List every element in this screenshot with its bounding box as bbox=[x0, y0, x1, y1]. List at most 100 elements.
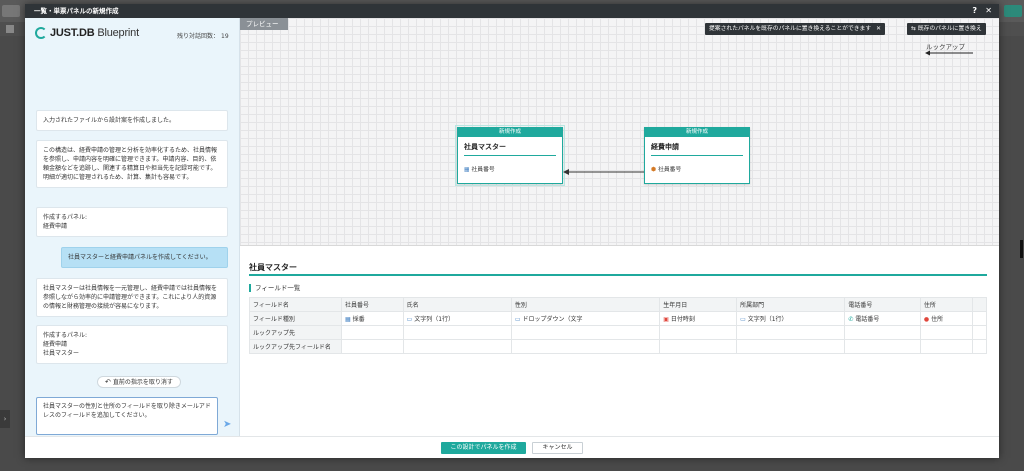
text-icon: ▭ bbox=[406, 316, 413, 323]
dialog-titlebar: 一覧・単票パネルの新規作成 ? ✕ bbox=[25, 4, 999, 18]
field-type-label: 電話番号 bbox=[855, 316, 880, 323]
background-left-button bbox=[2, 5, 20, 17]
field-name-cell: 住所 bbox=[919, 297, 974, 312]
row-header: ルックアップ先フィールド名 bbox=[249, 339, 342, 354]
message-text: 社員マスターは社員情報を一元管理し、経費申請では社員情報を参照しながら効率的に申… bbox=[43, 285, 218, 310]
empty-cell bbox=[402, 339, 512, 354]
empty-cell bbox=[919, 339, 974, 354]
field-type-label: 文字列（1行） bbox=[414, 316, 455, 323]
replace-existing-button[interactable]: ⇆ 既存のパネルに置き換え bbox=[907, 23, 986, 35]
field-name-cell: 性別 bbox=[510, 297, 661, 312]
empty-cell bbox=[844, 325, 921, 340]
lookup-legend-arrow-icon bbox=[925, 50, 973, 56]
message-text: 社員マスターと経費申請パネルを作成してください。 bbox=[68, 254, 212, 261]
field-type-label: ドロップダウン（文字 bbox=[522, 316, 583, 323]
key-icon: ▦ bbox=[464, 167, 470, 173]
empty-cell bbox=[844, 339, 921, 354]
field-type-cell: ▣ 日付時刻 bbox=[659, 311, 738, 326]
chat-input[interactable]: 社員マスターの性別と住所のフィールドを取り除きメールアドレスのフィールドを追加し… bbox=[36, 397, 218, 435]
dialog-body: JUST.DB Blueprint 残り対話回数： 19 入力されたファイルから設… bbox=[25, 18, 999, 436]
chat-message-user: 社員マスターと経費申請パネルを作成してください。 bbox=[61, 247, 228, 268]
empty-cell bbox=[972, 297, 987, 312]
field-type-cell: ✆ 電話番号 bbox=[844, 311, 921, 326]
suggest-close-icon[interactable]: ✕ bbox=[876, 26, 881, 32]
panel-detail: 社員マスター フィールド一覧 フィールド名 社員番号 氏名 性別 生年月日 所属… bbox=[240, 258, 999, 436]
detail-title: 社員マスター bbox=[249, 263, 297, 272]
empty-cell bbox=[659, 325, 738, 340]
calendar-icon: ▣ bbox=[663, 316, 669, 323]
chat-message-assistant: この構造は、経費申請の管理と分析を効率化するため、社員情報を参照し、申請内容を明… bbox=[36, 140, 228, 188]
field-type-label: 採番 bbox=[352, 316, 365, 323]
row-header: フィールド種別 bbox=[249, 311, 342, 326]
send-icon[interactable]: ➤ bbox=[223, 420, 233, 430]
logo-mark-icon bbox=[35, 27, 47, 39]
empty-cell bbox=[510, 325, 661, 340]
chat-message-assistant: 社員マスターは社員情報を一元管理し、経費申請では社員情報を参照しながら効率的に申… bbox=[36, 278, 228, 317]
close-icon[interactable]: ✕ bbox=[985, 4, 992, 18]
panel-badge: 新規作成 bbox=[458, 128, 562, 137]
chat-message-assistant: 作成するパネル: 経費申請 社員マスター bbox=[36, 325, 228, 364]
empty-cell bbox=[402, 325, 512, 340]
panel-field: ⬢ 社員番号 bbox=[645, 156, 749, 173]
empty-cell bbox=[659, 339, 738, 354]
field-name-cell: 電話番号 bbox=[844, 297, 921, 312]
field-type-cell: ▭ 文字列（1行） bbox=[736, 311, 846, 326]
field-table: フィールド名 社員番号 氏名 性別 生年月日 所属部門 電話番号 住所 フィール… bbox=[249, 297, 987, 354]
undo-label: 直前の指示を取り消す bbox=[112, 379, 173, 386]
panel-card-employee-master[interactable]: 新規作成 社員マスター ▦ 社員番号 bbox=[455, 125, 565, 186]
field-name-cell: 所属部門 bbox=[736, 297, 846, 312]
row-header: ルックアップ先 bbox=[249, 325, 342, 340]
empty-cell bbox=[972, 311, 987, 326]
empty-cell bbox=[736, 339, 846, 354]
swap-icon: ⇆ bbox=[911, 26, 916, 32]
create-panel-dialog: 一覧・単票パネルの新規作成 ? ✕ JUST.DB Blueprint 残り対話… bbox=[25, 4, 999, 458]
message-text: この構造は、経費申請の管理と分析を効率化するため、社員情報を参照し、申請内容を明… bbox=[43, 147, 218, 181]
panel-name: 社員マスター bbox=[464, 143, 506, 151]
field-type-label: 文字列（1行） bbox=[747, 316, 788, 323]
table-row: ルックアップ先フィールド名 bbox=[249, 339, 987, 354]
message-text-line: 経費申請 bbox=[43, 223, 68, 230]
replace-label: 既存のパネルに置き換え bbox=[917, 26, 982, 32]
background-scroll-mark bbox=[1020, 240, 1023, 258]
field-type-label: 日付時刻 bbox=[670, 316, 695, 323]
logo-main: JUST.DB bbox=[50, 27, 95, 39]
empty-cell bbox=[919, 325, 974, 340]
empty-cell bbox=[510, 339, 661, 354]
field-name-cell: 氏名 bbox=[402, 297, 512, 312]
location-icon: ● bbox=[923, 316, 930, 323]
panel-field-name: 社員番号 bbox=[471, 167, 495, 173]
undo-icon: ↶ bbox=[105, 378, 111, 386]
message-text-line: 社員マスター bbox=[43, 350, 80, 357]
row-header: フィールド名 bbox=[249, 297, 342, 312]
remaining-label: 残り対話回数： bbox=[177, 33, 220, 40]
undo-button[interactable]: ↶ 直前の指示を取り消す bbox=[97, 376, 181, 388]
panel-field-name: 社員番号 bbox=[658, 167, 682, 173]
help-icon[interactable]: ? bbox=[972, 4, 977, 18]
empty-cell bbox=[972, 325, 987, 340]
panel-badge: 新規作成 bbox=[645, 128, 749, 137]
text-icon: ▭ bbox=[740, 316, 746, 323]
fields-section-label: フィールド一覧 bbox=[249, 284, 300, 292]
message-text-line: 経費申請 bbox=[43, 341, 68, 348]
remaining-value: 19 bbox=[221, 33, 229, 40]
suggest-banner: 提案されたパネルを既存のパネルに置き換えることができます ✕ bbox=[705, 23, 885, 35]
message-text-line: 作成するパネル: bbox=[43, 214, 88, 221]
chat-panel: JUST.DB Blueprint 残り対話回数： 19 入力されたファイルから設… bbox=[25, 18, 240, 436]
remaining-count: 残り対話回数： 19 bbox=[175, 31, 229, 40]
field-type-label: 住所 bbox=[931, 316, 944, 323]
message-text-line: 作成するパネル: bbox=[43, 332, 88, 339]
create-with-design-button[interactable]: この設計でパネルを作成 bbox=[441, 442, 526, 454]
phone-icon: ✆ bbox=[848, 316, 854, 323]
field-name-cell: 社員番号 bbox=[341, 297, 404, 312]
field-type-cell: ● 住所 bbox=[919, 311, 974, 326]
table-row: フィールド種別 ▦ 採番 ▭ 文字列（1行） ▭ ドロップダウン（文字 ▣ 日付時刻 ▭… bbox=[249, 311, 987, 326]
chat-message-assistant: 作成するパネル: 経費申請 bbox=[36, 207, 228, 237]
background-sidebar-toggle: › bbox=[0, 410, 10, 428]
logo-text: JUST.DB Blueprint bbox=[50, 27, 139, 39]
preview-canvas[interactable]: プレビュー 提案されたパネルを既存のパネルに置き換えることができます ✕ ⇆ 既存の… bbox=[240, 18, 999, 246]
message-text: 入力されたファイルから設計案を作成しました。 bbox=[43, 117, 176, 124]
panel-card-expense-request[interactable]: 新規作成 経費申請 ⬢ 社員番号 bbox=[644, 127, 750, 184]
cancel-button[interactable]: キャンセル bbox=[532, 442, 583, 454]
empty-cell bbox=[972, 339, 987, 354]
empty-cell bbox=[341, 325, 404, 340]
